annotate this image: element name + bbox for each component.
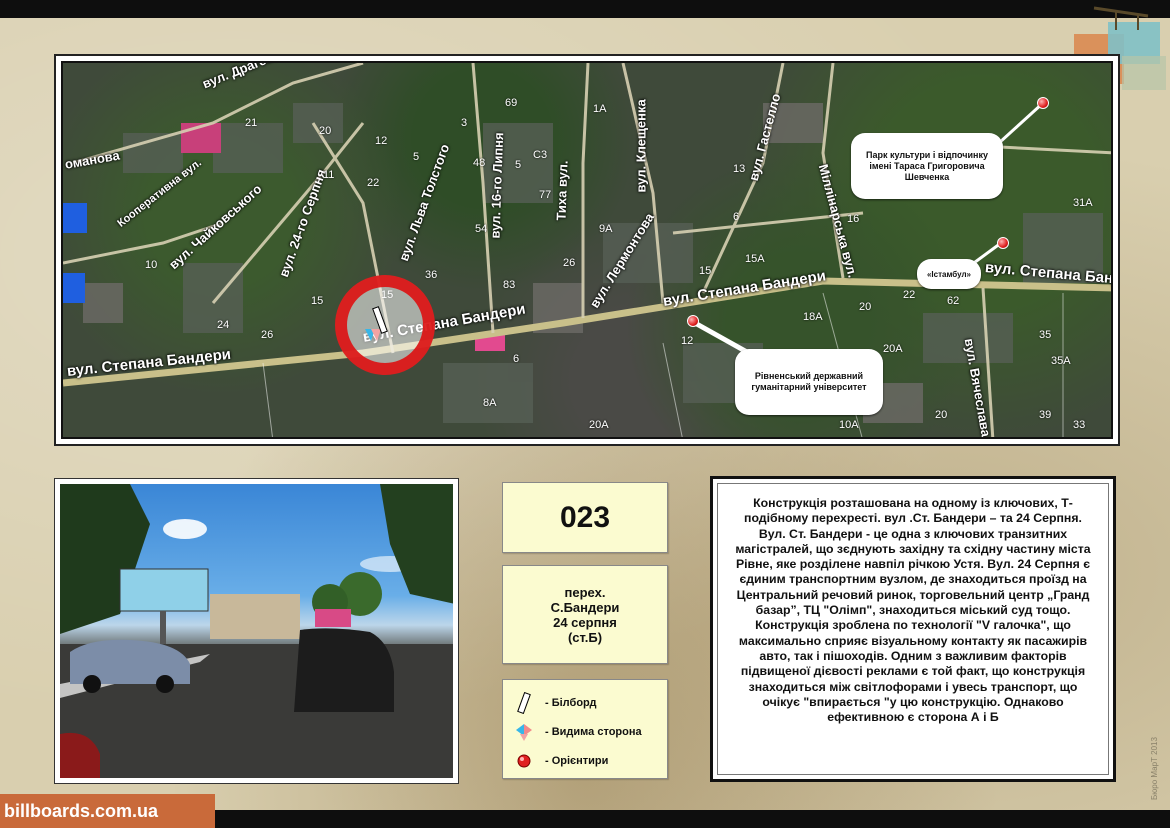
house-number: 11 (323, 169, 335, 181)
house-number: 15А (745, 253, 765, 265)
house-number: 26 (563, 257, 576, 269)
site-photo[interactable] (60, 484, 453, 778)
landmark-icon (513, 750, 535, 772)
house-number: 13 (733, 163, 746, 175)
house-number: C3 (533, 149, 548, 161)
house-number: 10 (145, 259, 158, 271)
house-number: 12 (681, 335, 694, 347)
house-number: 26 (261, 329, 274, 341)
house-number: 24 (217, 319, 230, 331)
legend-label: - Орієнтири (545, 754, 609, 767)
address-line: С.Бандери (550, 599, 620, 615)
house-number: 33 (1073, 419, 1086, 431)
house-number: 16 (847, 213, 860, 225)
house-number: 5 (413, 151, 420, 163)
billboard-icon (513, 691, 535, 714)
callout-university: Рівненський державний гуманітарний уніве… (735, 349, 883, 415)
house-number: 21 (245, 117, 258, 129)
house-number: 20А (883, 343, 903, 355)
house-number: 8А (483, 397, 497, 409)
house-number: 20 (319, 125, 332, 137)
billboard-code-box: 023 (502, 482, 668, 553)
billboard-code: 023 (559, 500, 611, 534)
house-number: 20А (589, 419, 609, 431)
house-number: 35 (1039, 329, 1052, 341)
house-number: 18А (803, 311, 823, 323)
billboard-marker-icon (365, 306, 388, 341)
house-number: 5 (515, 159, 522, 171)
callout-park: Парк культури і відпочинку імені Тараса … (851, 133, 1003, 199)
house-number: 6 (513, 353, 520, 365)
legend-row-landmark: - Орієнтири (513, 746, 657, 775)
site-url-link[interactable]: billboards.com.ua (0, 794, 215, 828)
house-number: 48 (473, 157, 486, 169)
house-number: 31А (1073, 197, 1093, 209)
top-bar (0, 0, 1170, 18)
photo-illustration (60, 484, 453, 778)
address-line: 24 серпня (553, 614, 617, 630)
house-number: 83 (503, 279, 516, 291)
house-number: 62 (947, 295, 960, 307)
legend-row-billboard: - Білборд (513, 688, 657, 717)
house-number: 77 (539, 189, 552, 201)
house-number: 22 (367, 177, 380, 189)
description-inner: Конструкція розташована на одному із клю… (717, 483, 1109, 775)
street-label-kleshchenka: вул. Клещенка (633, 99, 649, 193)
house-number: 15 (311, 295, 324, 307)
legend-box: - Білборд - Видима сторона - Орієнтири (502, 679, 668, 779)
house-number: 6 (733, 211, 740, 223)
house-number: 22 (903, 289, 916, 301)
street-label-tykha: Тиха вул. (553, 160, 571, 221)
map-roads (63, 63, 1111, 437)
address-line: перех. (564, 584, 606, 600)
legend-label: - Білборд (545, 696, 597, 709)
description-frame: Конструкція розташована на одному із клю… (710, 476, 1116, 782)
house-number: 35А (1051, 355, 1071, 367)
callout-istanbul: «Істамбул» (917, 259, 981, 289)
house-number: 54 (475, 223, 488, 235)
description-text: Конструкція розташована на одному із клю… (735, 496, 1091, 725)
address-text: перех. С.Бандери 24 серпня (ст.Б) (551, 585, 620, 645)
map-frame: вул. Драгоманова оманова Кооперативна ву… (54, 54, 1120, 446)
house-number: 15 (699, 265, 712, 277)
house-number: 20 (859, 301, 872, 313)
house-number: 39 (1039, 409, 1052, 421)
house-number: 36 (425, 269, 438, 281)
photo-frame (54, 478, 459, 784)
house-number: 10А (839, 419, 859, 431)
address-line: (ст.Б) (567, 629, 603, 645)
legend-row-visible-side: - Видима сторона (513, 717, 657, 746)
legend-label: - Видима сторона (545, 725, 642, 738)
house-number: 20 (935, 409, 948, 421)
address-box: перех. С.Бандери 24 серпня (ст.Б) (502, 565, 668, 664)
house-number: 12 (375, 135, 388, 147)
house-number: 1А (593, 103, 607, 115)
map[interactable]: вул. Драгоманова оманова Кооперативна ву… (61, 61, 1113, 439)
house-number: 9А (599, 223, 613, 235)
landmark-park-icon[interactable] (1037, 97, 1049, 109)
house-number: 3 (461, 117, 468, 129)
landmark-istanbul-icon[interactable] (997, 237, 1009, 249)
landmark-university-icon[interactable] (687, 315, 699, 327)
credit-text: Бюро МарТ 2013 (1150, 737, 1159, 800)
visible-side-icon (513, 721, 535, 743)
house-number: 69 (505, 97, 518, 109)
